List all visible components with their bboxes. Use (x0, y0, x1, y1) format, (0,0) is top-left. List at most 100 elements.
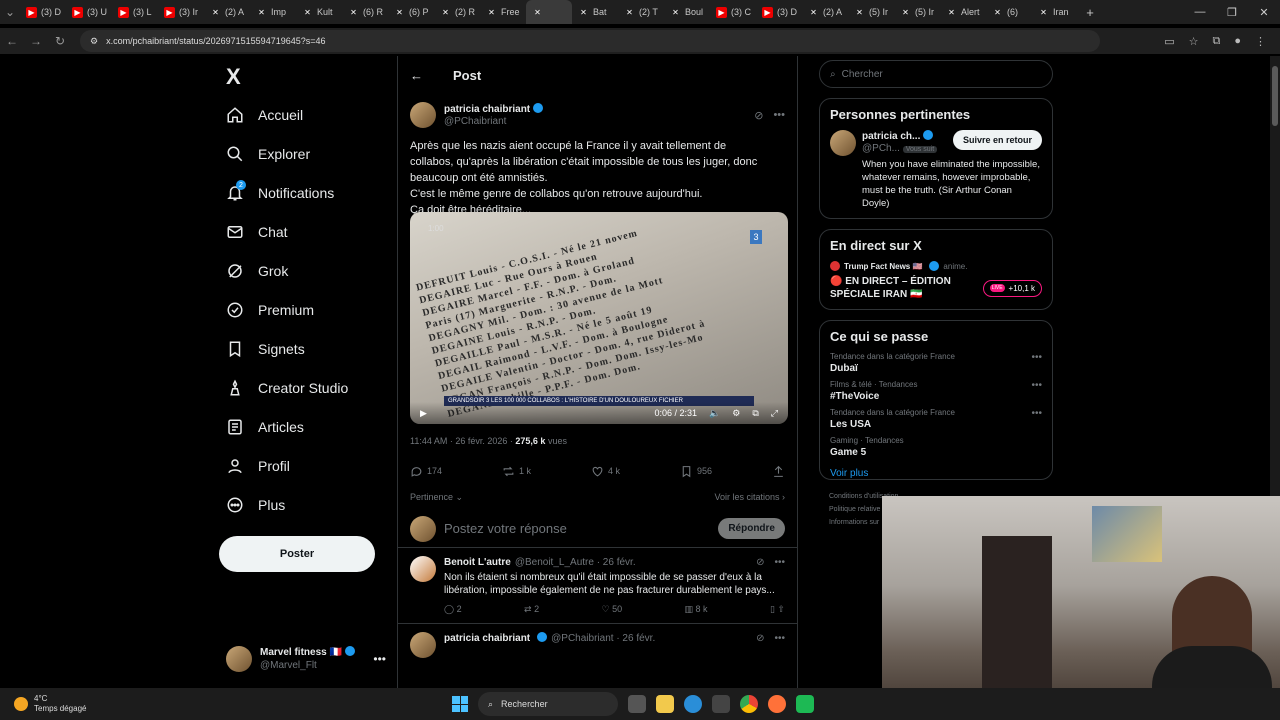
chrome-icon[interactable] (740, 695, 758, 713)
repost-action[interactable]: 1 k (502, 465, 531, 478)
browser-tab[interactable]: ✕ Imp (250, 0, 296, 24)
like-action[interactable]: ♡ 50 (602, 603, 623, 616)
search-input[interactable]: ⌕ Chercher (819, 60, 1053, 88)
weather-widget[interactable]: 4°C Temps dégagé (0, 694, 86, 714)
author-name[interactable]: patricia chaibriant (444, 104, 530, 115)
trend-item[interactable]: Films & télé · Tendances #TheVoice ••• (830, 380, 1042, 402)
relevant-person[interactable]: patricia ch... @PCh... Vous suit Suivre … (830, 130, 1042, 156)
pip-icon[interactable]: ⧉ (752, 408, 758, 419)
browser-tab[interactable]: ✕ (5) Ir (894, 0, 940, 24)
reply-input[interactable]: Postez votre réponse (444, 521, 710, 536)
grok-icon[interactable]: ⊘ (754, 109, 763, 122)
browser-tab[interactable]: ✕ (2) R (434, 0, 480, 24)
extensions-icon[interactable]: ⧉ (1212, 35, 1220, 48)
more-dots-icon[interactable]: ••• (773, 109, 785, 122)
more-dots-icon[interactable]: ••• (1031, 380, 1042, 402)
grok-icon[interactable]: ⊘ (756, 556, 764, 569)
close-icon[interactable]: ✕ (1248, 6, 1280, 19)
show-more-link[interactable]: Voir plus (830, 468, 1042, 479)
reply-button[interactable]: Répondre (718, 518, 785, 539)
live-event[interactable]: 🔴 EN DIRECT – ÉDITION SPÉCIALE IRAN 🇮🇷 L… (830, 275, 1042, 301)
maximize-icon[interactable]: ❐ (1216, 6, 1248, 19)
x-logo[interactable]: X (226, 64, 241, 90)
forward-icon[interactable]: → (24, 34, 48, 48)
browser-tab[interactable]: ✕ (2) A (204, 0, 250, 24)
reply-item[interactable]: Benoit L'autre @Benoit_L_Autre · 26 févr… (398, 548, 797, 624)
back-arrow-icon[interactable]: ← (410, 68, 423, 83)
volume-icon[interactable]: 🔈 (709, 408, 720, 419)
browser-tab[interactable]: ✕ (526, 0, 572, 24)
browser-tab[interactable]: ▶ (3) D (20, 0, 66, 24)
bookmark-action[interactable]: ▯ ⇧ (770, 603, 785, 616)
avatar[interactable] (410, 102, 436, 128)
sidebar-item-explore[interactable]: Explorer (226, 145, 310, 163)
sidebar-item-premium[interactable]: Premium (226, 301, 314, 319)
follow-back-button[interactable]: Suivre en retour (952, 130, 1042, 150)
browser-tab[interactable]: ▶ (3) U (66, 0, 112, 24)
settings-icon[interactable]: ⚙ (732, 408, 740, 419)
menu-icon[interactable]: ⋮ (1255, 35, 1266, 48)
sidebar-item-home[interactable]: Accueil (226, 106, 303, 124)
reload-icon[interactable]: ↻ (48, 34, 72, 48)
reply-author-name[interactable]: patricia chaibriant (444, 632, 530, 645)
repost-action[interactable]: ⇄ 2 (524, 603, 539, 616)
sidebar-item-creator-studio[interactable]: Creator Studio (226, 379, 348, 397)
reply-item[interactable]: patricia chaibriant @PChaibriant · 26 fé… (398, 624, 797, 688)
grok-icon[interactable]: ⊘ (756, 632, 764, 645)
url-bar[interactable]: ⚙ x.com/pchaibriant/status/2026971515594… (80, 30, 1100, 52)
avatar[interactable] (410, 632, 436, 658)
live-host[interactable]: Trump Fact News 🇺🇸 anime. (830, 261, 1042, 271)
browser-tab[interactable]: ✕ (5) Ir (848, 0, 894, 24)
sort-dropdown[interactable]: Pertinence ⌄ (410, 492, 463, 503)
browser-tab[interactable]: ▶ (3) L (112, 0, 158, 24)
store-icon[interactable] (712, 695, 730, 713)
more-dots-icon[interactable]: ••• (1031, 408, 1042, 430)
quotes-link[interactable]: Voir les citations › (714, 492, 785, 502)
more-dots-icon[interactable]: ••• (1031, 352, 1042, 374)
task-view-icon[interactable] (628, 695, 646, 713)
views-action[interactable]: ▥ 8 k (685, 603, 708, 616)
video-player[interactable]: DEFRUIT Louis - C.O.S.I. - Né le 21 nove… (410, 212, 788, 424)
browser-tab[interactable]: ✕ (6) (986, 0, 1032, 24)
post-button[interactable]: Poster (219, 536, 375, 572)
sidebar-item-bookmarks[interactable]: Signets (226, 340, 305, 358)
reply-action[interactable]: ◯ 2 (444, 603, 462, 616)
trend-item[interactable]: Gaming · Tendances Game 5 (830, 436, 1042, 458)
sidebar-item-more[interactable]: Plus (226, 496, 285, 514)
browser-tab[interactable]: ✕ (6) P (388, 0, 434, 24)
tab-search-button[interactable]: ⌄ (0, 5, 20, 19)
site-info-icon[interactable]: ⚙ (90, 36, 98, 47)
browser-tab[interactable]: ▶ (3) C (710, 0, 756, 24)
sidebar-item-profile[interactable]: Profil (226, 457, 290, 475)
star-icon[interactable]: ☆ (1189, 35, 1199, 48)
profile-icon[interactable]: ● (1234, 35, 1241, 48)
avatar[interactable] (410, 556, 436, 582)
more-dots-icon[interactable]: ••• (774, 632, 785, 645)
browser-tab[interactable]: ✕ Kult (296, 0, 342, 24)
windows-start-icon[interactable] (452, 696, 468, 712)
trend-item[interactable]: Tendance dans la catégorie France Les USA… (830, 408, 1042, 430)
browser-tab[interactable]: ▶ (3) D (756, 0, 802, 24)
more-dots-icon[interactable]: ••• (373, 652, 386, 666)
account-switcher[interactable]: Marvel fitness 🇫🇷 @Marvel_Flt ••• (226, 642, 386, 676)
reply-author-name[interactable]: Benoit L'autre (444, 556, 511, 569)
browser-tab[interactable]: ✕ Bat (572, 0, 618, 24)
edge-icon[interactable] (684, 695, 702, 713)
browser-tab[interactable]: ✕ Alert (940, 0, 986, 24)
file-explorer-icon[interactable] (656, 695, 674, 713)
browser-tab[interactable]: ✕ Iran (1032, 0, 1078, 24)
live-listener-count[interactable]: LIVE +10,1 k (982, 279, 1042, 297)
browser-tab[interactable]: ✕ Free (480, 0, 526, 24)
browser-tab[interactable]: ✕ Boul (664, 0, 710, 24)
minimize-icon[interactable]: — (1184, 6, 1216, 18)
sidebar-item-notifications[interactable]: 2 Notifications (226, 180, 334, 202)
cast-icon[interactable]: ▭ (1164, 35, 1174, 48)
share-action[interactable] (772, 465, 785, 478)
sidebar-item-articles[interactable]: Articles (226, 418, 304, 436)
browser-tab[interactable]: ✕ (2) T (618, 0, 664, 24)
person-name[interactable]: patricia ch... (862, 131, 920, 142)
browser-tab[interactable]: ▶ (3) Ir (158, 0, 204, 24)
new-tab-button[interactable]: + (1078, 0, 1102, 24)
reply-action[interactable]: 174 (410, 465, 442, 478)
browser-tab[interactable]: ✕ (6) R (342, 0, 388, 24)
